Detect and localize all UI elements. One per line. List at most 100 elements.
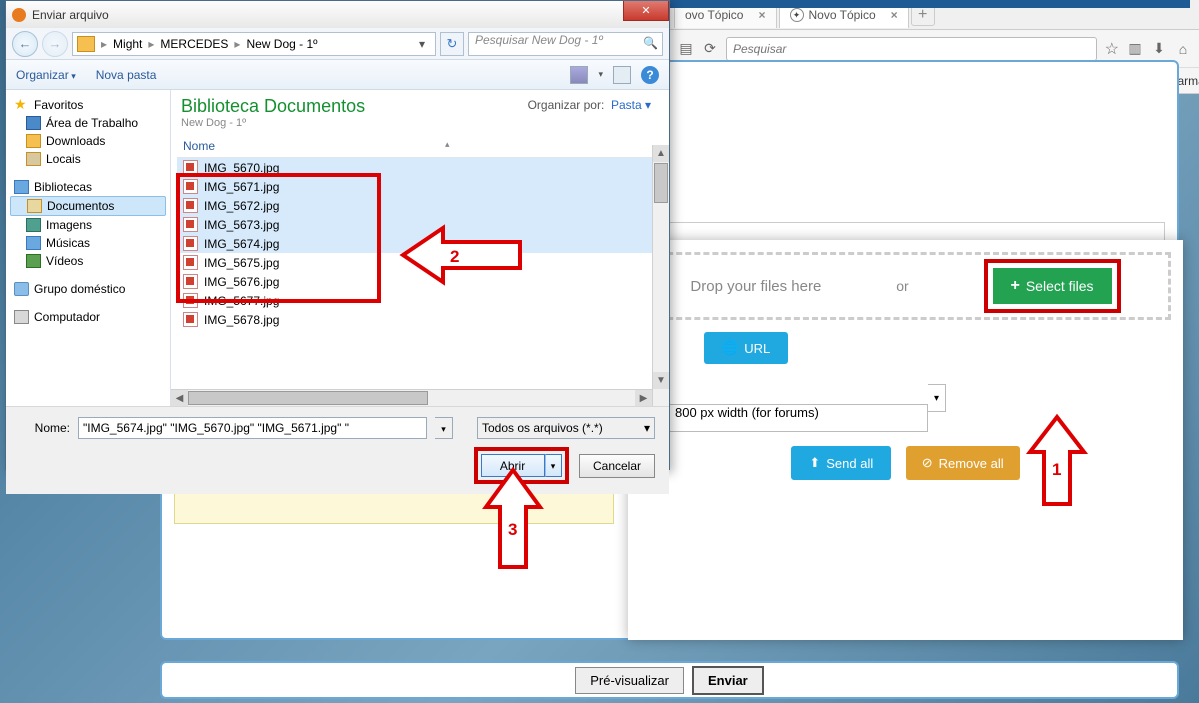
scroll-thumb[interactable]: [188, 391, 428, 405]
refresh-button[interactable]: ↻: [440, 32, 464, 56]
sort-indicator-icon: ▴: [445, 139, 450, 153]
tree-locals[interactable]: Locais: [10, 150, 166, 168]
dialog-search-input[interactable]: Pesquisar New Dog - 1º 🔍: [468, 32, 663, 56]
tree-documents[interactable]: Documentos: [10, 196, 166, 216]
tree-desktop[interactable]: Área de Trabalho: [10, 114, 166, 132]
filetype-select[interactable]: Todos os arquivos (*.*)▾: [477, 417, 655, 439]
select-files-button[interactable]: +Select files: [993, 268, 1112, 304]
file-row[interactable]: IMG_5672.jpg: [177, 196, 669, 215]
width-select[interactable]: 800 px width (for forums): [668, 404, 928, 432]
recent-icon: [26, 152, 41, 166]
annotation-number: 3: [508, 520, 517, 540]
preview-button[interactable]: Pré-visualizar: [575, 667, 684, 694]
tree-favorites[interactable]: ★Favoritos: [10, 96, 166, 114]
browser-search-input[interactable]: [726, 37, 1097, 61]
image-file-icon: [183, 274, 198, 289]
new-folder-button[interactable]: Nova pasta: [96, 68, 157, 82]
tree-images[interactable]: Imagens: [10, 216, 166, 234]
help-icon[interactable]: ?: [641, 66, 659, 84]
dialog-toolbar: Organizar Nova pasta ▾ ?: [6, 60, 669, 90]
or-label: or: [896, 278, 908, 294]
page-header-bar: [670, 0, 1190, 8]
reader-icon[interactable]: ▤: [678, 41, 694, 57]
organize-menu[interactable]: Organizar: [16, 68, 76, 82]
file-hscrollbar[interactable]: ◀ ▶: [171, 389, 652, 406]
cancel-button[interactable]: Cancelar: [579, 454, 655, 478]
window-close-button[interactable]: ✕: [623, 1, 669, 21]
library-subtitle: New Dog - 1º: [177, 117, 669, 135]
dropzone-label: Drop your files here: [690, 278, 821, 295]
video-icon: [26, 254, 41, 268]
image-file-icon: [183, 293, 198, 308]
bookmarks-menu-icon[interactable]: ▥: [1127, 41, 1143, 57]
plus-icon: +: [1011, 277, 1020, 295]
view-mode-button[interactable]: [570, 66, 588, 84]
dialog-title: Enviar arquivo: [32, 8, 109, 22]
arrange-by[interactable]: Organizar por: Pasta ▾: [528, 98, 651, 112]
preview-pane-button[interactable]: [613, 66, 631, 84]
breadcrumb[interactable]: ▸ Might ▸ MERCEDES ▸ New Dog - 1º ▾: [72, 32, 436, 56]
firefox-icon: [12, 8, 26, 22]
view-dropdown-icon[interactable]: ▾: [598, 69, 603, 80]
file-row[interactable]: IMG_5671.jpg: [177, 177, 669, 196]
tree-downloads[interactable]: Downloads: [10, 132, 166, 150]
image-file-icon: [183, 179, 198, 194]
chevron-right-icon[interactable]: ▸: [99, 37, 109, 51]
file-row[interactable]: IMG_5670.jpg: [177, 158, 669, 177]
annotation-number: 2: [450, 247, 459, 267]
url-button[interactable]: 🌐URL: [704, 332, 788, 364]
image-file-icon: [183, 160, 198, 175]
image-file-icon: [183, 217, 198, 232]
breadcrumb-dropdown[interactable]: ▾: [413, 37, 431, 51]
tab-label: ovo Tópico: [685, 8, 743, 22]
scroll-down-icon[interactable]: ▼: [653, 372, 669, 389]
documents-icon: [27, 199, 42, 213]
scroll-up-icon[interactable]: ▲: [653, 145, 669, 162]
filename-input[interactable]: [78, 417, 427, 439]
tree-homegroup[interactable]: Grupo doméstico: [10, 280, 166, 298]
filename-history-dropdown[interactable]: ▾: [435, 417, 453, 439]
file-row[interactable]: IMG_5677.jpg: [177, 291, 669, 310]
scroll-thumb[interactable]: [654, 163, 668, 203]
computer-icon: [14, 310, 29, 324]
submit-button[interactable]: Enviar: [692, 666, 764, 695]
chevron-right-icon[interactable]: ▸: [232, 37, 242, 51]
close-tab-icon[interactable]: ×: [891, 8, 898, 22]
reload-icon[interactable]: ⟳: [702, 41, 718, 57]
file-row[interactable]: IMG_5678.jpg: [177, 310, 669, 329]
desktop-icon: [26, 116, 41, 130]
scroll-right-icon[interactable]: ▶: [635, 390, 652, 406]
tree-libraries[interactable]: Bibliotecas: [10, 178, 166, 196]
bookmark-star-icon[interactable]: ☆: [1105, 39, 1119, 59]
tree-music[interactable]: Músicas: [10, 234, 166, 252]
remove-all-button[interactable]: ⊘Remove all: [906, 446, 1020, 480]
nav-back-button[interactable]: ←: [12, 31, 38, 57]
nav-forward-button[interactable]: →: [42, 31, 68, 57]
dialog-footer: Nome: ▾ Todos os arquivos (*.*)▾ Abrir ▾…: [6, 406, 669, 494]
breadcrumb-segment[interactable]: MERCEDES: [156, 37, 232, 51]
scroll-left-icon[interactable]: ◀: [171, 390, 188, 406]
annotation-number: 1: [1052, 460, 1061, 480]
home-icon[interactable]: ⌂: [1175, 41, 1191, 57]
tree-computer[interactable]: Computador: [10, 308, 166, 326]
width-select-arrow[interactable]: ▾: [928, 384, 946, 412]
breadcrumb-segment[interactable]: Might: [109, 37, 146, 51]
annotation-box-1: +Select files: [984, 259, 1121, 313]
star-icon: ★: [14, 98, 29, 112]
downloads-icon[interactable]: ⬇: [1151, 41, 1167, 57]
folder-icon: [77, 36, 95, 52]
libraries-icon: [14, 180, 29, 194]
submit-bar: Pré-visualizar Enviar: [160, 661, 1179, 699]
music-icon: [26, 236, 41, 250]
tree-videos[interactable]: Vídeos: [10, 252, 166, 270]
dropzone[interactable]: Drop your files here or +Select files: [640, 252, 1171, 320]
breadcrumb-segment[interactable]: New Dog - 1º: [242, 37, 321, 51]
send-all-button[interactable]: ⬆Send all: [791, 446, 891, 480]
column-header-name[interactable]: Nome▴: [177, 135, 669, 158]
chevron-down-icon: ▾: [644, 421, 650, 435]
tab-label: Novo Tópico: [809, 8, 876, 22]
dialog-titlebar[interactable]: Enviar arquivo ✕: [6, 1, 669, 28]
close-tab-icon[interactable]: ×: [758, 8, 765, 22]
file-vscrollbar[interactable]: ▲ ▼: [652, 145, 669, 406]
chevron-right-icon[interactable]: ▸: [146, 37, 156, 51]
